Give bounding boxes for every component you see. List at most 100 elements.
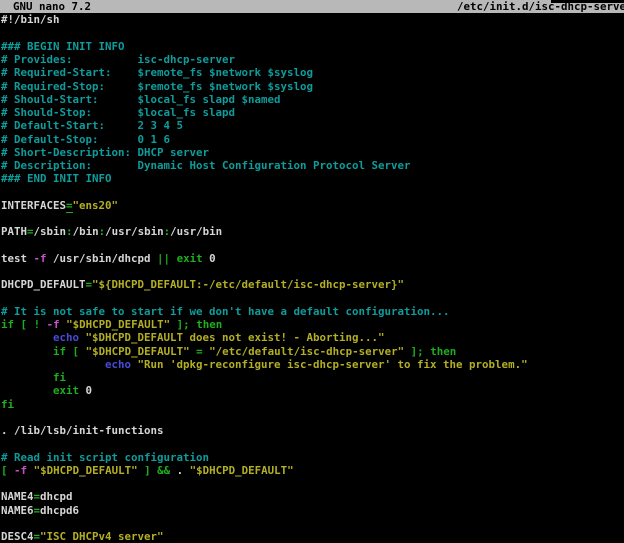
code-segment: "ens20" <box>73 199 119 212</box>
code-segment: # Required-Start: $remote_fs $network $s… <box>1 66 313 79</box>
editor-line: # Should-Start: $local_fs slapd $named <box>1 93 624 106</box>
code-segment: echo <box>53 331 79 344</box>
code-segment: then <box>430 345 456 358</box>
code-segment: DESC4 <box>1 530 34 543</box>
editor-line: # It is not safe to start if we don't ha… <box>1 305 624 318</box>
editor-line <box>1 437 624 450</box>
code-segment: DHCPD_DEFAULT <box>1 278 86 291</box>
code-segment: # It is not safe to start if we don't ha… <box>1 305 450 318</box>
code-segment: NAME6 <box>1 504 34 517</box>
editor-line <box>1 477 624 490</box>
code-segment: ]; <box>411 345 424 358</box>
code-segment: "Run 'dpkg-reconfigure isc-dhcp-server' … <box>138 358 528 371</box>
editor-line: if [ "$DHCPD_DEFAULT" = "/etc/default/is… <box>1 345 624 358</box>
editor-line: # Required-Start: $remote_fs $network $s… <box>1 66 624 79</box>
code-segment: echo <box>105 358 131 371</box>
editor-line: NAME6=dhcpd6 <box>1 504 624 517</box>
app-version-label: GNU nano 7.2 <box>0 0 91 13</box>
editor-line: # Default-Start: 2 3 4 5 <box>1 119 624 132</box>
editor-line: ### END INIT INFO <box>1 172 624 185</box>
editor-line <box>1 239 624 252</box>
code-segment: # Default-Start: 2 3 4 5 <box>1 119 183 132</box>
code-segment: NAME4 <box>1 490 34 503</box>
code-segment: /bin <box>73 225 99 238</box>
code-segment: # Read init script configuration <box>1 451 209 464</box>
code-segment: "$DHCPD_DEFAULT" <box>66 318 170 331</box>
editor-line: ### BEGIN INIT INFO <box>1 40 624 53</box>
editor-line: NAME4=dhcpd <box>1 490 624 503</box>
code-segment: /usr/sbin <box>105 225 164 238</box>
code-segment: || <box>157 252 170 265</box>
code-segment: # Provides: isc-dhcp-server <box>1 53 235 66</box>
editor-line: test -f /usr/sbin/dhcpd || exit 0 <box>1 252 624 265</box>
code-segment: then <box>196 318 222 331</box>
editor-line <box>1 411 624 424</box>
editor-line: # Required-Stop: $remote_fs $network $sy… <box>1 80 624 93</box>
code-segment: "${DHCPD_DEFAULT:-/etc/default/isc-dhcp-… <box>92 278 404 291</box>
editor-content: #!/bin/sh ### BEGIN INIT INFO# Provides: … <box>1 13 624 543</box>
code-segment: -f <box>34 252 47 265</box>
code-segment: PATH <box>1 225 27 238</box>
code-segment: test <box>1 252 34 265</box>
editor-line: # Short-Description: DHCP server <box>1 146 624 159</box>
code-segment: # Should-Stop: $local_fs slapd <box>1 106 235 119</box>
code-segment <box>1 384 53 397</box>
editor-line <box>1 212 624 225</box>
code-segment: # Description: Dynamic Host Configuratio… <box>1 159 411 172</box>
code-segment: "$DHCPD_DEFAULT" <box>34 464 138 477</box>
editor-line: fi <box>1 371 624 384</box>
editor-line: # Default-Stop: 0 1 6 <box>1 133 624 146</box>
code-segment: ### BEGIN INIT INFO <box>1 40 125 53</box>
code-segment: . /lib/lsb/init-functions <box>1 424 164 437</box>
code-segment: fi <box>1 398 14 411</box>
editor-line: # Provides: isc-dhcp-server <box>1 53 624 66</box>
code-segment <box>1 345 53 358</box>
editor-line: if [ ! -f "$DHCPD_DEFAULT" ]; then <box>1 318 624 331</box>
editor-line: fi <box>1 398 624 411</box>
code-segment: "$DHCPD_DEFAULT does not exist! - Aborti… <box>86 331 385 344</box>
code-segment: /sbin <box>34 225 67 238</box>
code-segment <box>1 371 53 384</box>
editor-line: INTERFACES="ens20" <box>1 199 624 212</box>
screen-artifact <box>551 0 624 3</box>
editor-line: # Should-Stop: $local_fs slapd <box>1 106 624 119</box>
code-segment: "$DHCPD_DEFAULT" <box>190 464 294 477</box>
code-segment: if <box>1 318 14 331</box>
editor-line <box>1 27 624 40</box>
code-segment: dhcpd <box>40 490 73 503</box>
code-segment: 0 <box>79 384 92 397</box>
code-segment: # Short-Description: DHCP server <box>1 146 209 159</box>
editor-line: exit 0 <box>1 384 624 397</box>
code-segment: "ISC DHCPv4 server" <box>40 530 164 543</box>
code-segment <box>1 358 105 371</box>
editor-line: PATH=/sbin:/bin:/usr/sbin:/usr/bin <box>1 225 624 238</box>
code-segment: ]; <box>177 318 190 331</box>
editor-line: . /lib/lsb/init-functions <box>1 424 624 437</box>
editor-line: [ -f "$DHCPD_DEFAULT" ] && . "$DHCPD_DEF… <box>1 464 624 477</box>
code-segment: # Should-Start: $local_fs slapd $named <box>1 93 281 106</box>
editor-line <box>1 186 624 199</box>
editor-line: DESC4="ISC DHCPv4 server" <box>1 530 624 543</box>
editor-line: echo "Run 'dpkg-reconfigure isc-dhcp-ser… <box>1 358 624 371</box>
code-segment: INTERFACES <box>1 199 66 212</box>
editor-line: # Description: Dynamic Host Configuratio… <box>1 159 624 172</box>
code-segment: # Required-Stop: $remote_fs $network $sy… <box>1 80 313 93</box>
editor-line: #!/bin/sh <box>1 13 624 26</box>
terminal-screen[interactable]: GNU nano 7.2 /etc/init.d/isc-dhcp-server… <box>0 0 624 539</box>
editor-line: # Read init script configuration <box>1 451 624 464</box>
code-segment: #!/bin/sh <box>1 13 60 26</box>
code-segment <box>1 331 53 344</box>
code-segment: fi <box>53 371 66 384</box>
code-segment: "$DHCPD_DEFAULT" <box>86 345 190 358</box>
code-segment: exit <box>53 384 79 397</box>
editor-line <box>1 265 624 278</box>
editor-line: DHCPD_DEFAULT="${DHCPD_DEFAULT:-/etc/def… <box>1 278 624 291</box>
code-segment: 0 <box>203 252 216 265</box>
code-segment: /usr/bin <box>170 225 222 238</box>
code-segment: exit <box>177 252 203 265</box>
code-segment: /usr/sbin/dhcpd <box>47 252 158 265</box>
code-segment: . <box>170 464 190 477</box>
editor-line: echo "$DHCPD_DEFAULT does not exist! - A… <box>1 331 624 344</box>
code-segment: && <box>157 464 170 477</box>
editor-line <box>1 517 624 530</box>
